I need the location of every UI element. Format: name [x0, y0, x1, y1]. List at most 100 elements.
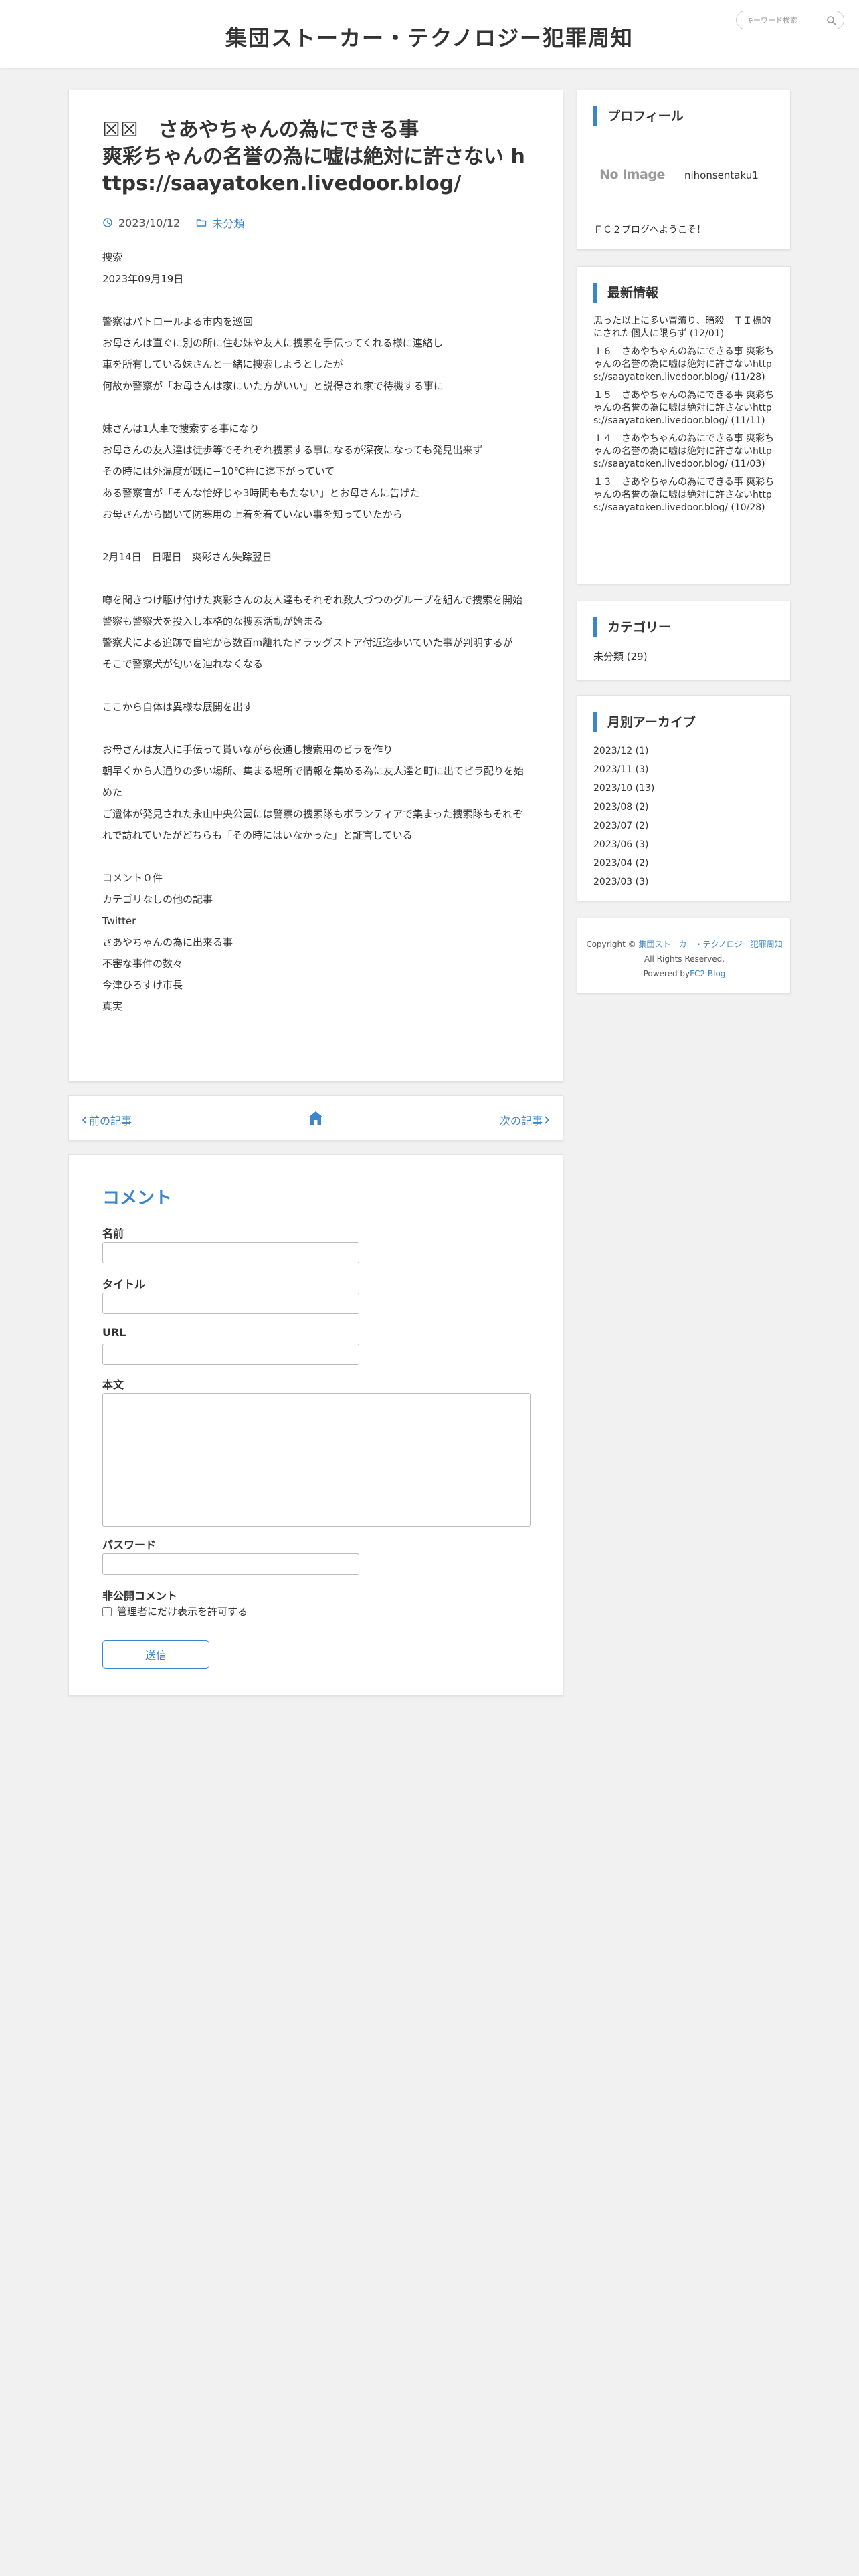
comment-form: コメント 名前 タイトル URL 本文 パスワード 非公開コメント 管理者にだけ…	[68, 1154, 563, 1696]
archive-item[interactable]: 2023/04 (2)	[593, 854, 654, 873]
article-paragraph: お母さんは直ぐに別の所に住む妹や友人に捜索を手伝ってくれる様に連絡し	[102, 337, 443, 349]
password-label: パスワード	[102, 1539, 157, 1551]
article-paragraph: さあやちゃんの為に出来る事	[102, 936, 233, 948]
article-pager: 前の記事 次の記事	[68, 1095, 563, 1141]
title-field[interactable]	[102, 1293, 359, 1314]
folder-icon	[197, 219, 207, 227]
article-paragraph: 今津ひろすけ市長	[102, 979, 183, 991]
article-paragraph	[102, 846, 531, 867]
prev-article-link[interactable]: 前の記事	[81, 1112, 132, 1128]
article-paragraph: 2月14日 日曜日 爽彩さん失踪翌日	[102, 551, 272, 563]
home-icon[interactable]	[307, 1109, 324, 1127]
profile-name: nihonsentaku1	[684, 169, 759, 181]
archive-item[interactable]: 2023/11 (3)	[593, 760, 654, 779]
article-date: 2023/10/12	[118, 216, 181, 229]
article-paragraph: 何故か警察が「お母さんは家にいた方がいい」と説得され家で待機する事に	[102, 380, 444, 392]
private-comment-checkbox[interactable]	[102, 1606, 112, 1616]
archive-item[interactable]: 2023/08 (2)	[593, 798, 654, 817]
title-label: タイトル	[102, 1278, 146, 1291]
archive-title: 月別アーカイブ	[593, 712, 696, 732]
archive-item[interactable]: 2023/03 (3)	[593, 873, 654, 891]
article-paragraph: 噂を聞きつけ駆け付けた爽彩さんの友人達もそれぞれ数人づつのグループを組んで捜索を…	[102, 594, 523, 606]
search-box[interactable]	[736, 11, 844, 29]
article-title-line1: ☒☒ さあやちゃんの為にできる事	[102, 118, 419, 142]
archive-item[interactable]: 2023/06 (3)	[593, 835, 654, 854]
profile-description: ＦＣ２ブログへようこそ！	[593, 225, 706, 235]
article-paragraph: 車を所有している妹さんと一緒に捜索しようとしたが	[102, 358, 343, 370]
sidebar-profile: プロフィール No Image nihonsentaku1 ＦＣ２ブログへようこ…	[577, 90, 791, 250]
chevron-left-icon	[82, 1116, 87, 1124]
article-paragraph: カテゴリなしの他の記事	[102, 893, 213, 905]
latest-list: 思った以上に多い冒瀆り、暗殺 ＴＩ標的にされた個人に限らず (12/01) １６…	[593, 315, 775, 520]
article-paragraph: その時には外温度が既に−10℃程に迄下がっていて	[102, 465, 335, 477]
article-paragraph: ある警察官が「そんな恰好じゃ3時間ももたない」とお母さんに告げた	[102, 487, 420, 499]
fc2-blog-link[interactable]: FC2 Blog	[690, 969, 725, 978]
article-paragraph: 真実	[102, 1000, 123, 1012]
search-icon[interactable]	[826, 15, 837, 26]
article-paragraph: 妹さんは1人車で捜索する事になり	[102, 423, 260, 435]
article-paragraph	[102, 525, 531, 546]
article-paragraph: 警察犬による追跡で自宅から数百m離れたドラッグストア付近迄歩いていた事が判明する…	[102, 637, 513, 649]
submit-button[interactable]: 送信	[102, 1640, 209, 1669]
article-paragraph: Twitter	[102, 915, 136, 927]
archive-item[interactable]: 2023/10 (13)	[593, 779, 654, 798]
url-field[interactable]	[102, 1344, 359, 1365]
next-article-link[interactable]: 次の記事	[500, 1112, 551, 1128]
article-paragraph: ご遺体が発見された永山中央公園には警察の捜索隊もボランティアで集まった捜索隊もそ…	[102, 808, 523, 841]
private-comment-label: 非公開コメント	[102, 1590, 178, 1602]
article-paragraph: お母さんから聞いて防寒用の上着を着ていない事を知っていたから	[102, 508, 403, 520]
powered-by-prefix: Powered by	[643, 969, 690, 978]
article-title-line2: 爽彩ちゃんの名誉の為に嘘は絶対に許さない https://saayatoken.…	[102, 145, 525, 195]
article-paragraph: 警察はパトロールよる市内を巡回	[102, 316, 254, 328]
search-input[interactable]	[746, 14, 825, 26]
site-header: 集団ストーカー・テクノロジー犯罪周知	[0, 0, 859, 68]
article-body: 捜索 2023年09月19日警察はパトロールよる市内を巡回お母さんは直ぐに別の所に…	[102, 247, 531, 1017]
article-paragraph: コメント０件	[102, 872, 163, 884]
comment-body-textarea[interactable]	[102, 1393, 531, 1527]
latest-item[interactable]: １４ さあやちゃんの為にできる事 爽彩ちゃんの名誉の為に嘘は絶対に許さないhtt…	[593, 433, 775, 471]
body-label: 本文	[102, 1378, 124, 1391]
archive-item[interactable]: 2023/07 (2)	[593, 817, 654, 835]
private-comment-option[interactable]: 管理者にだけ表示を許可する	[102, 1604, 248, 1618]
copyright-line: Copyright © 集団ストーカー・テクノロジー犯罪周知	[577, 937, 791, 952]
article-paragraph	[102, 568, 531, 589]
next-article-label: 次の記事	[499, 1115, 543, 1128]
clock-icon	[103, 218, 112, 227]
copyright-site-link[interactable]: 集団ストーカー・テクノロジー犯罪周知	[638, 940, 782, 949]
category-item[interactable]: 未分類 (29)	[593, 649, 648, 663]
sidebar-archive: 月別アーカイブ 2023/12 (1) 2023/11 (3) 2023/10 …	[577, 695, 791, 901]
comment-heading: コメント	[102, 1188, 173, 1208]
name-field[interactable]	[102, 1242, 359, 1263]
article-paragraph: 2023年09月19日	[102, 273, 184, 285]
copyright-prefix: Copyright ©	[586, 940, 636, 949]
latest-title: 最新情報	[593, 283, 658, 303]
article-paragraph: お母さんの友人達は徒歩等でそれぞれ捜索する事になるが深夜になっても発見出来ず	[102, 444, 483, 456]
powered-by-line: Powered byFC2 Blog	[577, 966, 791, 981]
article-paragraph: 不審な事件の数々	[102, 958, 183, 970]
latest-item[interactable]: 思った以上に多い冒瀆り、暗殺 ＴＩ標的にされた個人に限らず (12/01)	[593, 315, 775, 340]
sidebar-category: カテゴリー 未分類 (29)	[577, 601, 791, 681]
url-label: URL	[102, 1326, 126, 1339]
latest-item[interactable]: １６ さあやちゃんの為にできる事 爽彩ちゃんの名誉の為に嘘は絶対に許さないhtt…	[593, 346, 775, 384]
article-paragraph: 捜索	[102, 251, 123, 263]
prev-article-label: 前の記事	[89, 1115, 132, 1128]
article-paragraph	[102, 675, 531, 696]
article-card: ☒☒ さあやちゃんの為にできる事 爽彩ちゃんの名誉の為に嘘は絶対に許さない ht…	[68, 90, 563, 1082]
password-field[interactable]	[102, 1553, 359, 1575]
sidebar-copyright: Copyright © 集団ストーカー・テクノロジー犯罪周知 All Right…	[577, 918, 791, 994]
sidebar-latest: 最新情報 思った以上に多い冒瀆り、暗殺 ＴＩ標的にされた個人に限らず (12/0…	[577, 266, 791, 584]
archive-item[interactable]: 2023/12 (1)	[593, 742, 654, 760]
article-paragraph: 朝早くから人通りの多い場所、集まる場所で情報を集める為に友人達と町に出てビラ配り…	[102, 765, 524, 798]
article-category-link[interactable]: 未分類	[212, 215, 244, 231]
article-paragraph	[102, 397, 531, 418]
article-title: ☒☒ さあやちゃんの為にできる事 爽彩ちゃんの名誉の為に嘘は絶対に許さない ht…	[102, 117, 531, 197]
latest-item[interactable]: １５ さあやちゃんの為にできる事 爽彩ちゃんの名誉の為に嘘は絶対に許さないhtt…	[593, 389, 775, 427]
article-paragraph	[102, 290, 531, 311]
private-comment-option-label: 管理者にだけ表示を許可する	[117, 1606, 248, 1618]
article-meta: 2023/10/12 未分類	[102, 215, 244, 231]
article-paragraph	[102, 718, 531, 739]
site-title[interactable]: 集団ストーカー・テクノロジー犯罪周知	[0, 21, 859, 52]
latest-item[interactable]: １３ さあやちゃんの為にできる事 爽彩ちゃんの名誉の為に嘘は絶対に許さないhtt…	[593, 476, 775, 514]
category-title: カテゴリー	[593, 617, 671, 637]
chevron-right-icon	[545, 1116, 550, 1124]
